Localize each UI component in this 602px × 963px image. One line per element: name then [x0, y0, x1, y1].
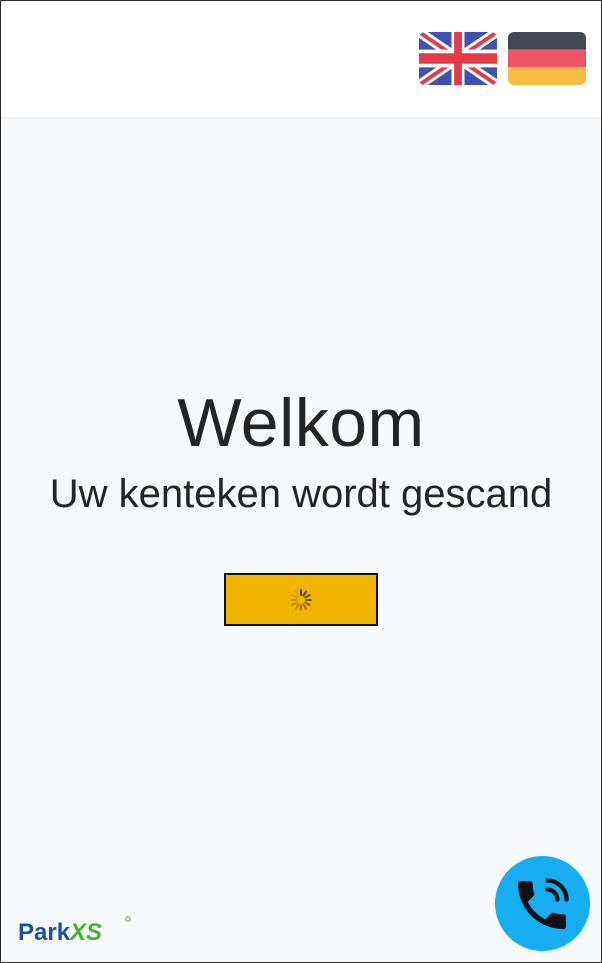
- license-plate-display: [224, 573, 378, 626]
- logo-text-xs: XS: [68, 919, 102, 946]
- header-bar: [1, 1, 601, 117]
- phone-call-icon: [518, 878, 569, 929]
- parkxs-logo: ParkXS: [18, 916, 131, 946]
- scanning-status-text: Uw kenteken wordt gescand: [49, 472, 553, 516]
- spinner-icon: [290, 589, 312, 611]
- logo-text-park: Park: [18, 919, 71, 946]
- svg-text:ParkXS: ParkXS: [18, 919, 102, 946]
- call-support-button[interactable]: [495, 856, 590, 951]
- language-english-button[interactable]: [419, 32, 497, 85]
- welcome-title: Welkom: [177, 385, 425, 461]
- language-german-button[interactable]: [508, 32, 586, 85]
- uk-flag-icon: [419, 32, 497, 85]
- app-screen: Welkom Uw kenteken wordt gescand ParkXS: [0, 0, 602, 963]
- german-flag-icon: [508, 32, 586, 85]
